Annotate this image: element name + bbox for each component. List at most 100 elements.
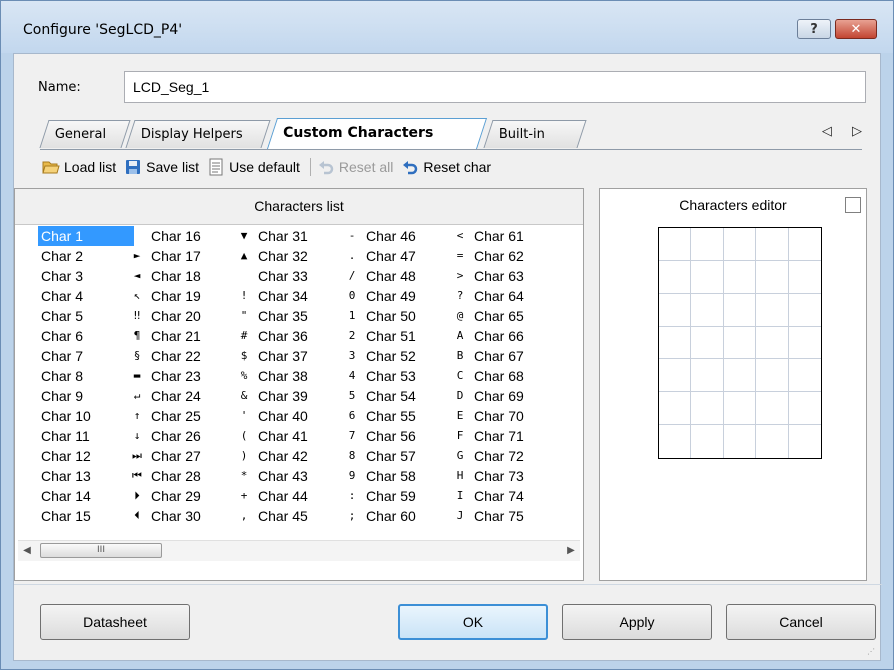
list-item[interactable]: H Char 73 xyxy=(451,466,561,486)
pixel-cell[interactable] xyxy=(756,359,789,393)
close-button[interactable]: ✕ xyxy=(835,19,877,39)
pixel-cell[interactable] xyxy=(659,425,692,458)
editor-toggle-checkbox[interactable] xyxy=(845,197,861,213)
list-item[interactable]: A Char 66 xyxy=(451,326,561,346)
list-item[interactable]: D Char 69 xyxy=(451,386,561,406)
list-item[interactable]: . Char 47 xyxy=(343,246,453,266)
list-item[interactable]: Char 2 xyxy=(18,246,128,266)
ok-button[interactable]: OK xyxy=(398,604,548,640)
list-item[interactable]: 1 Char 50 xyxy=(343,306,453,326)
list-item[interactable]: ‼ Char 20 xyxy=(128,306,238,326)
list-item[interactable]: ! Char 34 xyxy=(235,286,345,306)
reset-all-button[interactable]: Reset all xyxy=(317,158,393,176)
pixel-cell[interactable] xyxy=(723,260,757,294)
scroll-left-arrow[interactable]: ◀ xyxy=(18,541,36,561)
list-item[interactable]: Char 16 xyxy=(128,226,238,246)
pixel-cell[interactable] xyxy=(723,326,757,360)
list-item[interactable]: Char 14 xyxy=(18,486,128,506)
pixel-cell[interactable] xyxy=(756,392,789,426)
tab-custom-characters[interactable]: Custom Characters xyxy=(266,118,488,149)
list-item[interactable]: $ Char 37 xyxy=(235,346,345,366)
scroll-thumb[interactable]: III xyxy=(40,543,162,558)
list-item[interactable]: ¶ Char 21 xyxy=(128,326,238,346)
list-item[interactable]: & Char 39 xyxy=(235,386,345,406)
list-item[interactable]: " Char 35 xyxy=(235,306,345,326)
pixel-cell[interactable] xyxy=(659,260,692,294)
pixel-cell[interactable] xyxy=(756,260,789,294)
pixel-cell[interactable] xyxy=(691,228,724,261)
list-item[interactable]: Char 7 xyxy=(18,346,128,366)
list-item[interactable]: Char 10 xyxy=(18,406,128,426)
pixel-grid[interactable] xyxy=(658,227,822,459)
list-item[interactable]: Char 12 xyxy=(18,446,128,466)
list-item[interactable]: 3 Char 52 xyxy=(343,346,453,366)
pixel-cell[interactable] xyxy=(691,359,724,393)
pixel-cell[interactable] xyxy=(789,425,821,458)
list-item[interactable]: 6 Char 55 xyxy=(343,406,453,426)
list-item[interactable]: C Char 68 xyxy=(451,366,561,386)
scroll-right-arrow[interactable]: ▶ xyxy=(562,541,580,561)
use-default-button[interactable]: Use default xyxy=(207,158,300,176)
list-item[interactable]: > Char 63 xyxy=(451,266,561,286)
list-item[interactable]: § Char 22 xyxy=(128,346,238,366)
pixel-cell[interactable] xyxy=(756,425,789,458)
pixel-cell[interactable] xyxy=(788,327,821,360)
list-item[interactable]: Char 6 xyxy=(18,326,128,346)
list-item[interactable]: 5 Char 54 xyxy=(343,386,453,406)
list-item[interactable]: ↓ Char 26 xyxy=(128,426,238,446)
list-item[interactable]: ⏮ Char 28 xyxy=(128,466,238,486)
characters-list[interactable]: Char 1 Char 2 Char 3 Char 4 Char 5 Char 6 Char… xyxy=(18,226,578,536)
list-item[interactable]: 9 Char 58 xyxy=(343,466,453,486)
apply-button[interactable]: Apply xyxy=(562,604,712,640)
list-item[interactable]: ) Char 42 xyxy=(235,446,345,466)
list-item[interactable]: : Char 59 xyxy=(343,486,453,506)
pixel-cell[interactable] xyxy=(659,392,692,426)
pixel-cell[interactable] xyxy=(659,228,692,261)
list-item[interactable]: * Char 43 xyxy=(235,466,345,486)
list-item[interactable]: J Char 75 xyxy=(451,506,561,526)
list-item[interactable]: Char 15 xyxy=(18,506,128,526)
list-item[interactable]: I Char 74 xyxy=(451,486,561,506)
list-item[interactable]: 4 Char 53 xyxy=(343,366,453,386)
list-item[interactable]: ▬ Char 23 xyxy=(128,366,238,386)
list-item[interactable]: 2 Char 51 xyxy=(343,326,453,346)
list-item[interactable]: Char 9 xyxy=(18,386,128,406)
list-item[interactable]: ◄ Char 18 xyxy=(128,266,238,286)
list-item[interactable]: Char 4 xyxy=(18,286,128,306)
title-bar[interactable]: Configure 'SegLCD_P4' ? ✕ xyxy=(1,1,893,53)
list-item[interactable]: , Char 45 xyxy=(235,506,345,526)
list-item[interactable]: G Char 72 xyxy=(451,446,561,466)
pixel-cell[interactable] xyxy=(691,260,724,294)
help-button[interactable]: ? xyxy=(797,19,831,39)
list-item[interactable]: F Char 71 xyxy=(451,426,561,446)
resize-grip-icon[interactable]: ⋰ xyxy=(867,647,877,657)
list-item[interactable]: 8 Char 57 xyxy=(343,446,453,466)
tab-built-in[interactable]: Built-in xyxy=(483,120,587,148)
pixel-cell[interactable] xyxy=(756,228,789,261)
pixel-cell[interactable] xyxy=(756,293,789,327)
pixel-cell[interactable] xyxy=(723,228,757,261)
list-item[interactable]: ⏭ Char 27 xyxy=(128,446,238,466)
list-item[interactable]: - Char 46 xyxy=(343,226,453,246)
list-item[interactable]: ⏴ Char 30 xyxy=(128,506,238,526)
pixel-cell[interactable] xyxy=(691,425,724,458)
pixel-cell[interactable] xyxy=(788,294,821,327)
list-item[interactable]: = Char 62 xyxy=(451,246,561,266)
pixel-cell[interactable] xyxy=(723,293,757,327)
load-list-button[interactable]: Load list xyxy=(42,158,116,176)
pixel-cell[interactable] xyxy=(659,293,692,327)
pixel-cell[interactable] xyxy=(659,359,692,393)
tab-scroll-arrows[interactable]: ◁ ▷ xyxy=(822,124,870,139)
list-item[interactable]: (Char 41 xyxy=(235,426,345,446)
list-item[interactable]: # Char 36 xyxy=(235,326,345,346)
list-item[interactable]: Char 1 xyxy=(18,226,134,246)
list-item[interactable]: Char 5 xyxy=(18,306,128,326)
list-item[interactable]: % Char 38 xyxy=(235,366,345,386)
tab-general[interactable]: General xyxy=(39,120,131,148)
pixel-cell[interactable] xyxy=(723,359,757,393)
list-item[interactable]: ? Char 64 xyxy=(451,286,561,306)
pixel-cell[interactable] xyxy=(723,392,757,426)
list-item[interactable]: ⏵ Char 29 xyxy=(128,486,238,506)
list-item[interactable]: ↵ Char 24 xyxy=(128,386,238,406)
name-input[interactable]: LCD_Seg_1 xyxy=(124,71,866,103)
